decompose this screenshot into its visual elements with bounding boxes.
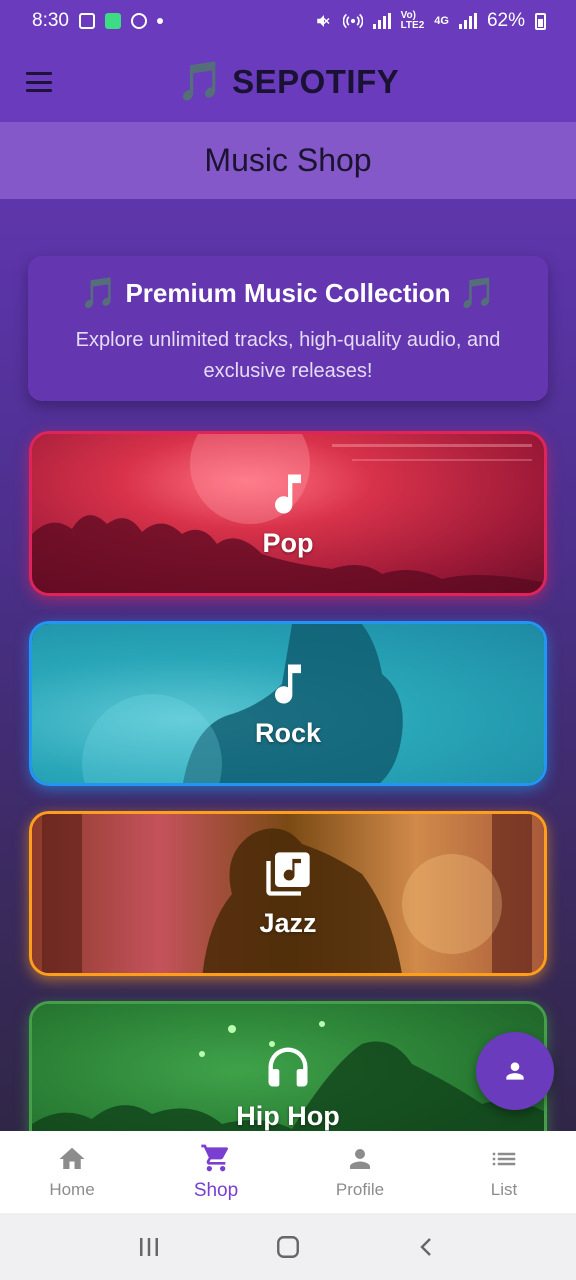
- music-note-icon: [275, 664, 301, 704]
- genre-card-jazz[interactable]: Jazz: [29, 811, 547, 976]
- premium-description: Explore unlimited tracks, high-quality a…: [75, 329, 501, 382]
- bottom-nav: Home Shop Profile List: [0, 1131, 576, 1213]
- music-note-emoji: 🎵: [458, 277, 496, 310]
- status-bar: 8:30 Vo) LTE2 4G 62%: [0, 0, 576, 42]
- status-time: 8:30: [32, 10, 69, 31]
- genre-card-pop[interactable]: Pop: [29, 431, 547, 596]
- genre-label: Rock: [254, 718, 322, 748]
- app-notification-icon: [104, 13, 121, 29]
- battery-icon: [535, 12, 546, 30]
- system-nav-bar: [0, 1213, 576, 1280]
- person-icon: [506, 1062, 524, 1080]
- nav-label: Profile: [335, 1180, 385, 1199]
- profile-fab[interactable]: [476, 1032, 554, 1110]
- gallery-icon: [78, 13, 95, 29]
- person-icon: [350, 1149, 370, 1169]
- brand-logo: 🎵 SEPOTIFY: [177, 63, 400, 101]
- cart-icon: [201, 1144, 229, 1172]
- signal-icon-2: [458, 13, 477, 29]
- nav-item-profile[interactable]: Profile: [288, 1144, 432, 1200]
- nav-label: Shop: [193, 1180, 239, 1201]
- nav-label: List: [490, 1180, 518, 1199]
- genre-label: Hip Hop: [236, 1100, 340, 1131]
- notification-icon: [130, 13, 147, 29]
- music-note-icon: [275, 474, 301, 514]
- library-music-icon: [266, 852, 310, 896]
- headphones-icon: [268, 1047, 308, 1086]
- nav-item-shop[interactable]: Shop: [144, 1142, 288, 1202]
- genre-content: Jazz: [259, 848, 317, 939]
- signal-icon: [372, 13, 391, 29]
- brand-name: SEPOTIFY: [232, 63, 400, 100]
- nav-label: Home: [49, 1180, 95, 1199]
- nav-item-list[interactable]: List: [432, 1144, 576, 1200]
- page-title: Music Shop: [204, 142, 372, 178]
- page-title-bar: Music Shop: [0, 122, 576, 199]
- genre-content: Pop: [262, 468, 314, 559]
- genre-content: Hip Hop: [236, 1041, 340, 1132]
- network-type: 4G: [434, 15, 449, 27]
- nav-item-home[interactable]: Home: [0, 1144, 144, 1200]
- recent-apps-icon[interactable]: [137, 1235, 161, 1259]
- genre-content: Rock: [255, 658, 321, 749]
- music-note-emoji: 🎵: [80, 277, 118, 310]
- genre-label: Pop: [262, 528, 314, 558]
- genre-card-rock[interactable]: Rock: [29, 621, 547, 786]
- premium-title: Premium Music Collection: [125, 278, 451, 308]
- volte-icon: Vo) LTE2: [400, 10, 425, 31]
- hotspot-icon: [342, 13, 363, 29]
- genre-label: Jazz: [259, 908, 317, 938]
- list-icon: [492, 1152, 516, 1166]
- home-icon: [59, 1147, 85, 1169]
- battery-percent: 62%: [486, 10, 525, 31]
- premium-title-row: 🎵 Premium Music Collection 🎵: [28, 276, 548, 311]
- menu-icon[interactable]: [26, 72, 52, 92]
- home-button-icon[interactable]: [275, 1234, 301, 1260]
- more-notifications-icon: [156, 18, 163, 24]
- app-bar: 🎵 SEPOTIFY: [0, 42, 576, 122]
- back-icon[interactable]: [415, 1235, 439, 1259]
- premium-card: 🎵 Premium Music Collection 🎵 Explore unl…: [28, 256, 548, 401]
- music-note-emoji: 🎵: [176, 61, 225, 103]
- mute-icon: [316, 15, 330, 27]
